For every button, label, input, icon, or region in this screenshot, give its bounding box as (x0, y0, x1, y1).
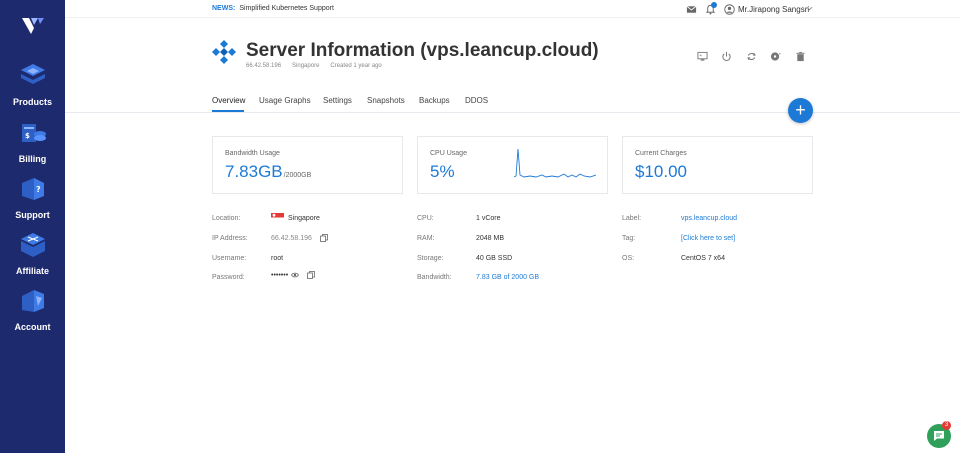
power-icon[interactable] (721, 51, 732, 62)
cpu-card: CPU Usage 5% (417, 136, 608, 194)
sidebar: Products $ Billing ? Support Affiliate A… (0, 0, 65, 453)
label-value-link[interactable]: vps.leancup.cloud (681, 215, 737, 222)
products-icon (20, 64, 45, 84)
server-ip: 66.42.58.196 (246, 63, 282, 69)
username-label: Username: (212, 255, 247, 262)
username-value: root (271, 255, 284, 262)
chat-badge: 3 (942, 421, 951, 430)
account-icon (21, 290, 44, 312)
reinstall-icon[interactable] (770, 51, 781, 62)
eye-icon[interactable] (291, 271, 299, 279)
cpu-value: 5% (430, 162, 455, 181)
sidebar-item-label: Support (15, 210, 50, 220)
news-banner[interactable]: NEWS: Simplified Kubernetes Support (212, 5, 334, 12)
bandwidth-value: 7.83GB/2000GB (225, 162, 312, 181)
storage-label: Storage: (417, 255, 444, 262)
news-text: Simplified Kubernetes Support (239, 5, 334, 12)
news-tag: NEWS: (212, 5, 236, 12)
password-value: ••••••• (271, 272, 289, 279)
add-button[interactable]: + (788, 98, 813, 123)
tag-label: Tag: (622, 235, 636, 242)
ram-label: RAM: (417, 235, 435, 242)
ip-value: 66.42.58.196 (271, 235, 312, 242)
copy-icon[interactable] (307, 271, 315, 279)
copy-icon[interactable] (320, 234, 328, 242)
server-icon (212, 40, 236, 64)
charges-value: $10.00 (635, 162, 687, 181)
sidebar-item-support[interactable]: ? Support (0, 174, 65, 220)
notification-dot (711, 2, 717, 8)
restart-icon[interactable] (746, 51, 757, 62)
bandwidth-card: Bandwidth Usage 7.83GB/2000GB (212, 136, 403, 194)
server-subtitle: 66.42.58.196 Singapore Created 1 year ago (246, 63, 393, 69)
user-name[interactable]: Mr.Jirapong Sangsri (738, 5, 809, 14)
sidebar-item-products[interactable]: Products (0, 61, 65, 107)
os-label: OS: (622, 255, 635, 262)
sidebar-item-affiliate[interactable]: Affiliate (0, 230, 65, 276)
tab-settings[interactable]: Settings (323, 96, 352, 105)
top-bar: NEWS: Simplified Kubernetes Support (65, 0, 960, 18)
location-value: Singapore (288, 215, 320, 222)
bandwidth-label: Bandwidth Usage (225, 150, 280, 157)
cpu-label: CPU Usage (430, 150, 467, 157)
cpu-sparkline (514, 148, 596, 178)
charges-label: Current Charges (635, 150, 687, 157)
mail-icon[interactable] (686, 4, 697, 15)
server-location: Singapore (292, 63, 320, 69)
tab-ddos[interactable]: DDOS (465, 96, 488, 105)
sidebar-item-label: Account (14, 322, 51, 332)
trash-icon[interactable] (795, 51, 806, 62)
sidebar-item-label: Billing (18, 154, 47, 164)
chat-icon (934, 431, 944, 441)
set-tag-link[interactable]: [Click here to set] (681, 235, 735, 242)
affiliate-icon (20, 233, 45, 257)
cpu-spec-value: 1 vCore (476, 215, 501, 222)
chevron-down-icon[interactable] (806, 5, 813, 12)
support-icon: ? (21, 178, 44, 200)
user-avatar-icon[interactable] (724, 4, 735, 15)
location-label: Location: (212, 215, 241, 222)
vultr-logo[interactable] (20, 14, 46, 40)
charges-card: Current Charges $10.00 (622, 136, 813, 194)
sidebar-item-account[interactable]: Account (0, 286, 65, 332)
server-created: Created 1 year ago (330, 63, 382, 69)
tabs-divider (65, 112, 960, 113)
bandwidth-unit: /2000GB (283, 172, 312, 179)
page-title: Server Information (vps.leancup.cloud) (246, 40, 599, 61)
sidebar-item-label: Affiliate (15, 266, 49, 276)
tab-backups[interactable]: Backups (419, 96, 450, 105)
console-icon[interactable] (697, 51, 708, 62)
sidebar-item-billing[interactable]: $ Billing (0, 118, 65, 164)
tab-snapshots[interactable]: Snapshots (367, 96, 405, 105)
ram-value: 2048 MB (476, 235, 505, 242)
tab-usage-graphs[interactable]: Usage Graphs (259, 96, 311, 105)
bandwidth-spec-link[interactable]: 7.83 GB of 2000 GB (476, 274, 539, 281)
ip-label: IP Address: (212, 235, 248, 242)
singapore-flag-icon (271, 213, 284, 222)
os-value: CentOS 7 x64 (681, 255, 725, 262)
tab-overview[interactable]: Overview (212, 96, 245, 105)
svg-text:$: $ (25, 132, 30, 140)
password-label: Password: (212, 274, 245, 281)
billing-icon: $ (21, 124, 46, 142)
sidebar-item-label: Products (12, 97, 52, 107)
cpu-spec-label: CPU: (417, 215, 434, 222)
label-label: Label: (622, 215, 642, 222)
bandwidth-spec-label: Bandwidth: (417, 274, 452, 281)
svg-text:?: ? (36, 185, 41, 194)
storage-value: 40 GB SSD (476, 255, 513, 262)
